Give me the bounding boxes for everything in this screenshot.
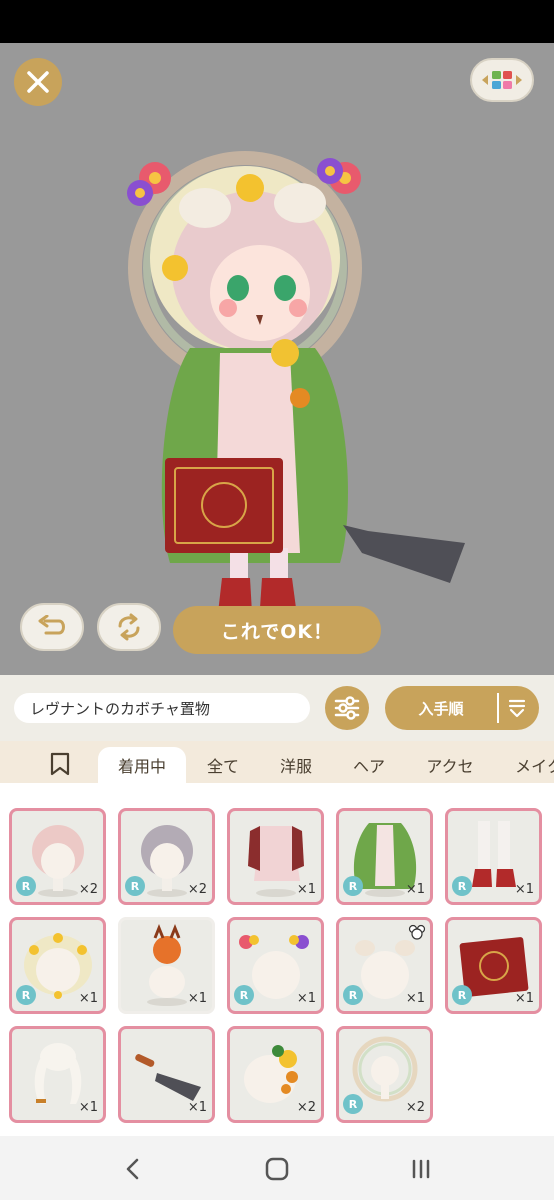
item-card-flower-hairpins[interactable]: R ×1 xyxy=(227,917,324,1014)
rarity-badge: R xyxy=(452,985,472,1005)
item-card-gloves[interactable]: ×1 xyxy=(9,1026,106,1123)
item-count: ×1 xyxy=(514,991,534,1006)
undo-icon xyxy=(38,615,65,635)
category-tabs: 着用中 全て 洋服 ヘア アクセ メイク xyxy=(0,741,554,783)
heart-icon xyxy=(408,924,426,940)
recents-icon[interactable] xyxy=(406,1154,436,1184)
rarity-badge: R xyxy=(343,1094,363,1114)
item-card-gray-wig[interactable]: R ×2 xyxy=(118,808,215,905)
item-card-sheep-horns[interactable]: R ×1 xyxy=(336,917,433,1014)
rarity-badge: R xyxy=(234,985,254,1005)
close-icon xyxy=(27,71,49,93)
item-count: ×1 xyxy=(187,991,207,1006)
selected-item-name-field[interactable]: レヴナントのカボチャ置物 xyxy=(14,693,310,723)
color-grid-icon xyxy=(482,71,522,89)
tab-accessories[interactable]: アクセ xyxy=(416,747,484,783)
item-count: ×1 xyxy=(405,991,425,1006)
item-toolbar: レヴナントのカボチャ置物 入手順 xyxy=(0,675,554,741)
item-card-red-coat[interactable]: ×1 xyxy=(227,808,324,905)
rarity-badge: R xyxy=(16,985,36,1005)
item-count: ×1 xyxy=(78,1100,98,1115)
item-count: ×1 xyxy=(78,991,98,1006)
refresh-icon xyxy=(118,613,140,641)
sort-divider xyxy=(497,693,499,723)
filter-button[interactable] xyxy=(325,686,369,730)
item-count: ×1 xyxy=(514,882,534,897)
sort-order-button[interactable]: 入手順 xyxy=(385,686,539,730)
rarity-badge: R xyxy=(343,876,363,896)
item-card-flower-crown[interactable]: R ×1 xyxy=(9,917,106,1014)
rarity-badge: R xyxy=(16,876,36,896)
system-nav-bar xyxy=(0,1136,554,1200)
item-count: ×2 xyxy=(296,1100,316,1115)
rarity-badge: R xyxy=(125,876,145,896)
item-count: ×2 xyxy=(187,882,207,897)
item-card-pink-wig[interactable]: R ×2 xyxy=(9,808,106,905)
item-card-pumpkin-ornament[interactable]: ×1 xyxy=(118,917,215,1014)
item-card-red-boots[interactable]: R ×1 xyxy=(445,808,542,905)
item-card-green-cape[interactable]: R ×1 xyxy=(336,808,433,905)
item-count: ×1 xyxy=(296,991,316,1006)
tab-all[interactable]: 全て xyxy=(196,747,250,783)
item-card-red-book[interactable]: R ×1 xyxy=(445,917,542,1014)
tab-wearing[interactable]: 着用中 xyxy=(98,747,186,783)
item-card-flower-corsage[interactable]: ×2 xyxy=(227,1026,324,1123)
tab-clothes[interactable]: 洋服 xyxy=(268,747,324,783)
rarity-badge: R xyxy=(343,985,363,1005)
item-count: ×2 xyxy=(78,882,98,897)
sort-order-label: 入手順 xyxy=(418,699,464,718)
confirm-ok-button[interactable]: これでOK！ xyxy=(173,606,381,654)
refresh-button[interactable] xyxy=(97,603,161,651)
item-count: ×2 xyxy=(405,1100,425,1115)
undo-button[interactable] xyxy=(20,603,84,651)
item-count: ×1 xyxy=(296,882,316,897)
sort-direction-icon[interactable] xyxy=(507,698,527,718)
sliders-icon xyxy=(334,696,360,720)
item-card-rainbow-halo[interactable]: R ×2 xyxy=(336,1026,433,1123)
status-bar xyxy=(0,0,554,43)
item-count: ×1 xyxy=(405,882,425,897)
tab-hair[interactable]: ヘア xyxy=(340,747,398,783)
bookmark-icon[interactable] xyxy=(49,752,71,776)
avatar-stage: これでOK！ xyxy=(0,43,554,675)
item-grid: R ×2 R ×2 ×1 R ×1 R ×1 R ×1 ×1 R ×1 R ×1… xyxy=(0,783,554,1136)
tab-makeup[interactable]: メイク xyxy=(504,747,554,783)
rarity-badge: R xyxy=(452,876,472,896)
back-icon[interactable] xyxy=(118,1154,148,1184)
close-button[interactable] xyxy=(14,58,62,106)
avatar-character xyxy=(127,151,465,613)
item-card-trowel[interactable]: ×1 xyxy=(118,1026,215,1123)
item-count: ×1 xyxy=(187,1100,207,1115)
home-icon[interactable] xyxy=(262,1154,292,1184)
